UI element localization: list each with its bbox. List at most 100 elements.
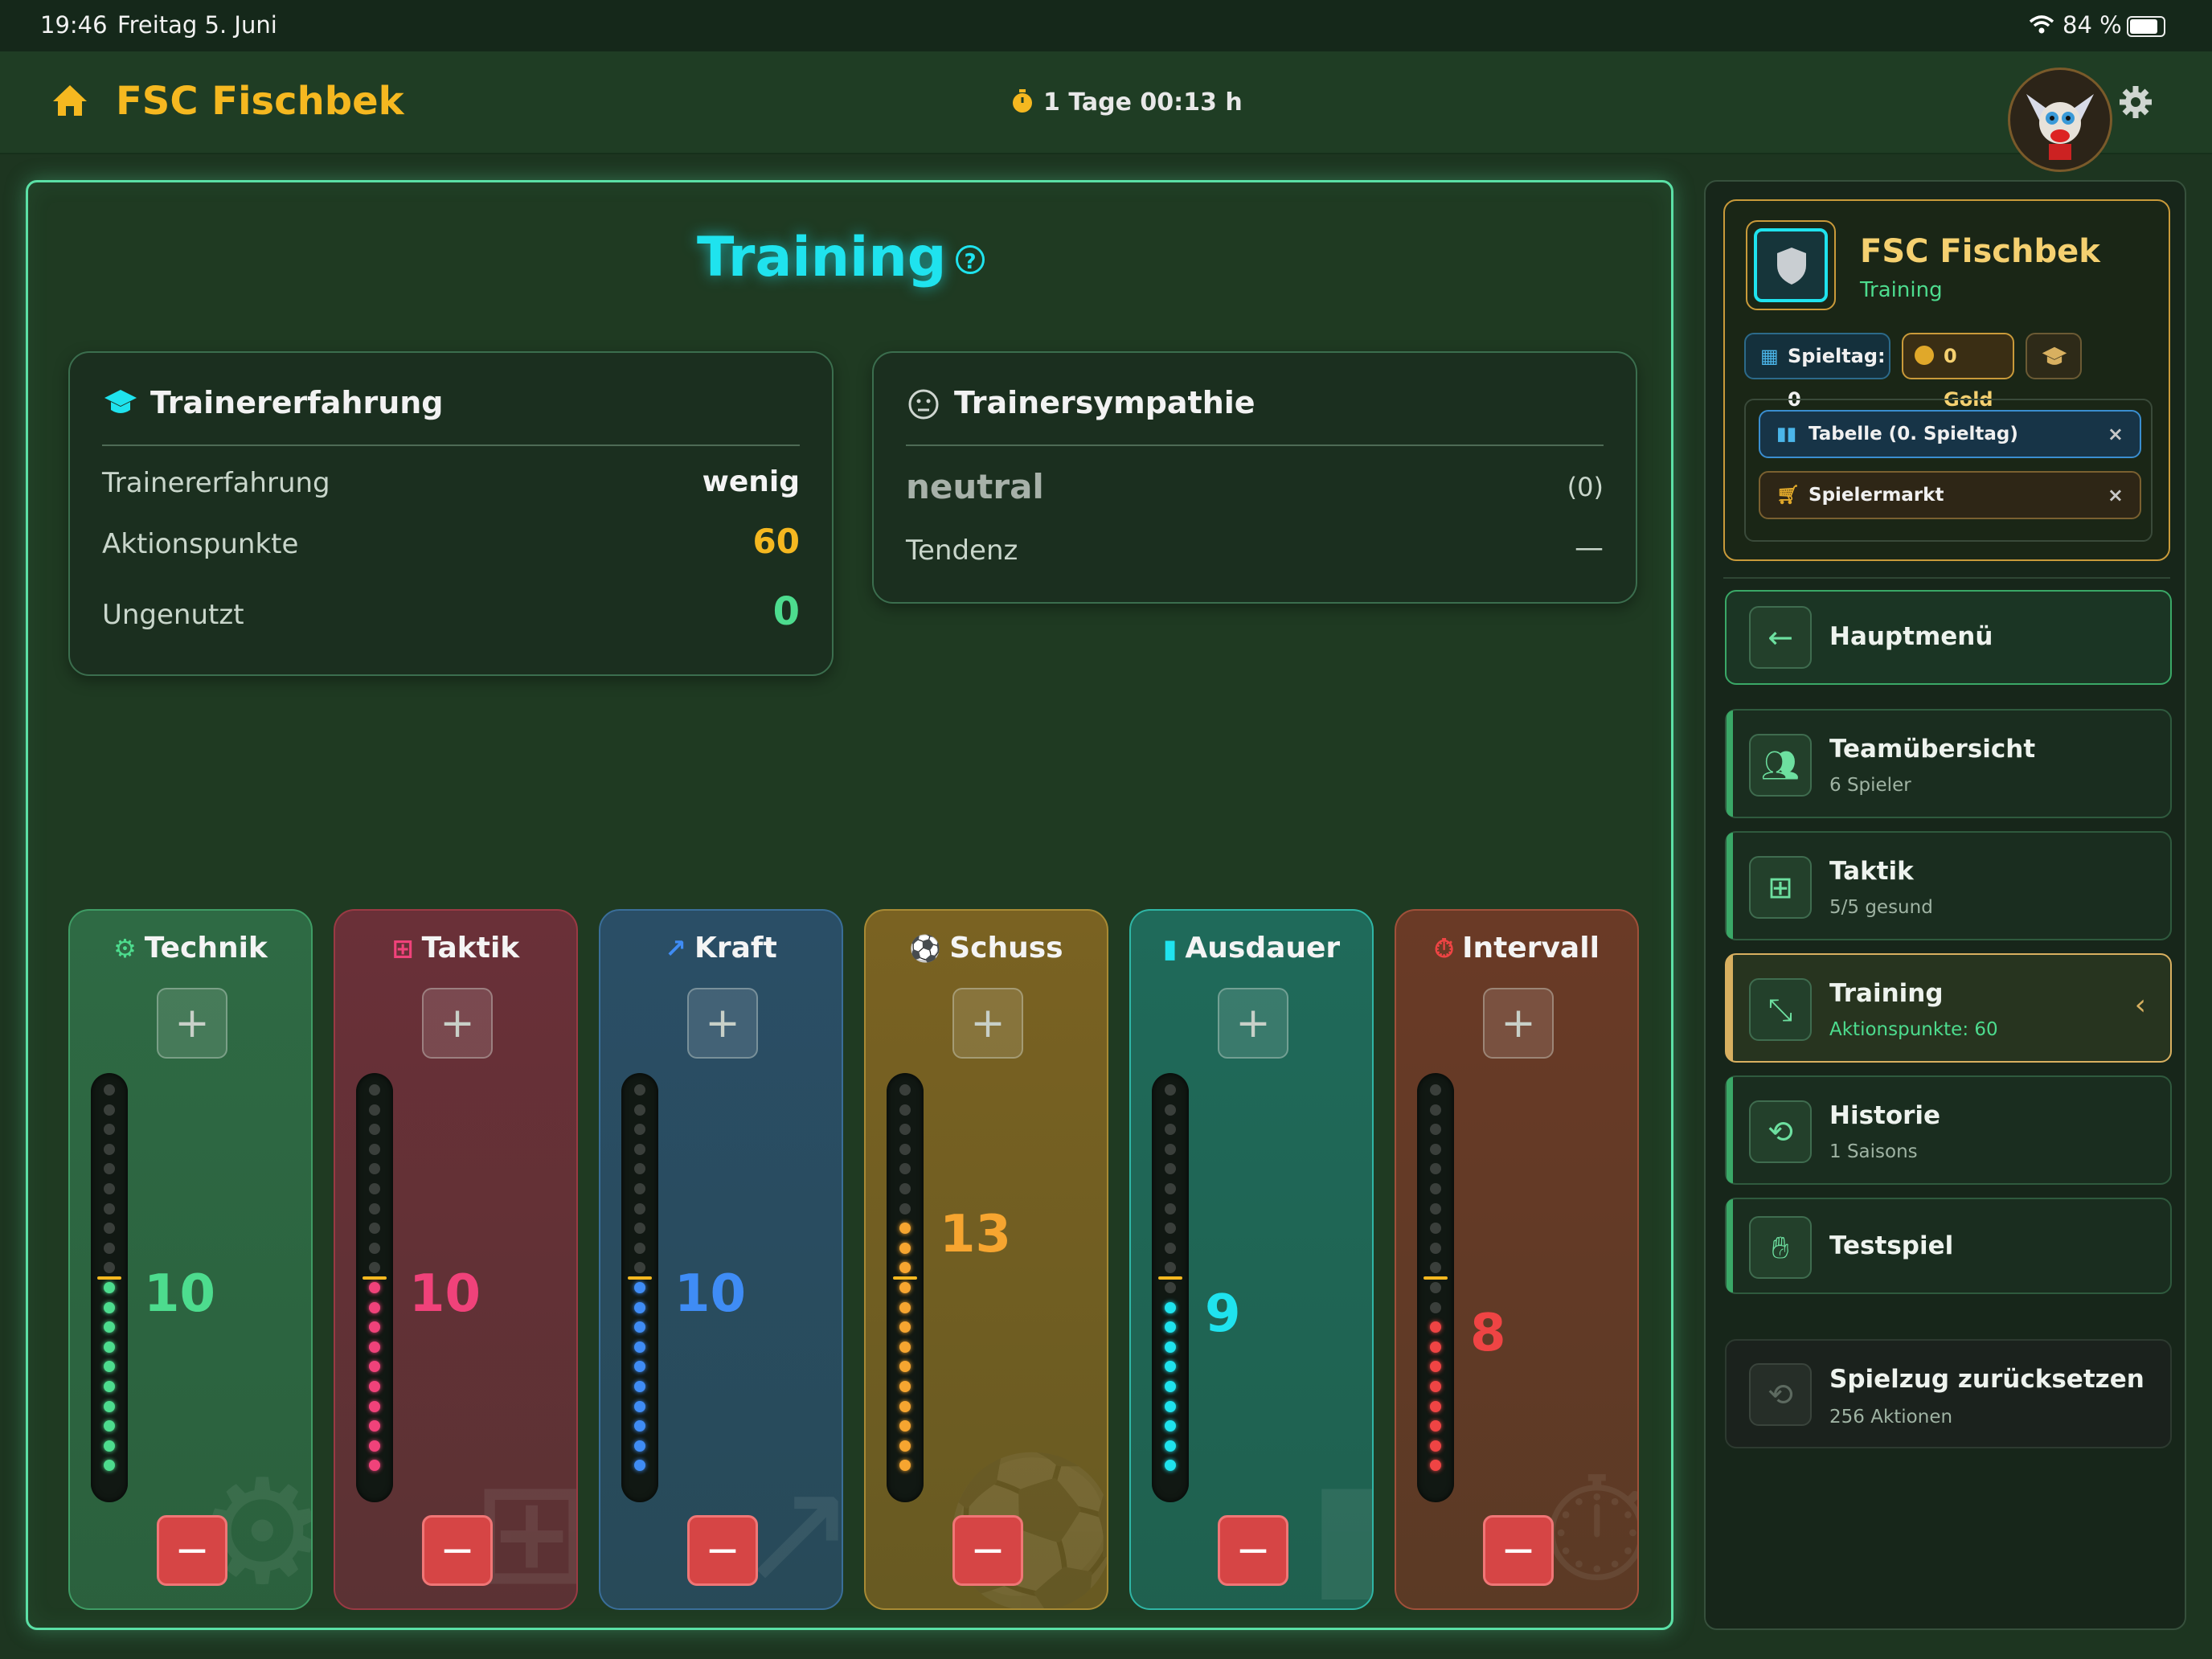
sidebar-item-testspiel[interactable]: ✋︎ Testspiel bbox=[1725, 1198, 2172, 1294]
chevron-left-icon: ‹ bbox=[2134, 989, 2146, 1022]
lightbulb-gear-icon: ⚙ bbox=[113, 933, 137, 964]
club-mascot-avatar[interactable] bbox=[2008, 68, 2112, 172]
graduation-cap-icon bbox=[2042, 346, 2067, 365]
tab-player-market[interactable]: 🛒︎ Spielermarkt × bbox=[1759, 471, 2141, 519]
increase-taktik-button[interactable]: + bbox=[422, 988, 493, 1059]
level-dot bbox=[1430, 1321, 1441, 1333]
battery-icon: ▮ bbox=[1162, 933, 1178, 964]
level-dot bbox=[899, 1381, 911, 1392]
baseline-marker bbox=[1158, 1276, 1182, 1280]
level-dot bbox=[1165, 1440, 1176, 1452]
calendar-icon: ▦ bbox=[1760, 345, 1779, 367]
training-level-value: 13 bbox=[940, 1205, 1012, 1265]
sidebar-item-title: Training bbox=[1829, 979, 1944, 1008]
level-dot bbox=[899, 1341, 911, 1353]
level-dot bbox=[104, 1124, 115, 1136]
level-dot bbox=[369, 1143, 380, 1155]
level-dot bbox=[899, 1242, 911, 1254]
accent-bar bbox=[1727, 833, 1733, 939]
trainer-experience-card: Trainererfahrung Trainererfahrung wenig … bbox=[68, 351, 834, 676]
level-dot bbox=[1430, 1124, 1441, 1136]
level-dot bbox=[634, 1104, 645, 1116]
club-title[interactable]: FSC Fischbek bbox=[116, 79, 404, 124]
experience-label: Trainererfahrung bbox=[102, 467, 330, 499]
training-column-intervall: ⏱⏱Intervall+−8 bbox=[1395, 909, 1639, 1610]
cart-icon: 🛒︎ bbox=[1776, 485, 1800, 506]
tactics-icon: ⊞ bbox=[1749, 856, 1812, 919]
level-dot bbox=[1430, 1202, 1441, 1215]
training-column-label: Taktik bbox=[421, 932, 520, 965]
training-column-label: Schuss bbox=[949, 932, 1063, 965]
gear-icon[interactable] bbox=[2119, 85, 2153, 119]
decrease-kraft-button[interactable]: − bbox=[687, 1515, 758, 1586]
decrease-intervall-button[interactable]: − bbox=[1483, 1515, 1554, 1586]
increase-ausdauer-button[interactable]: + bbox=[1218, 988, 1288, 1059]
level-dot bbox=[369, 1440, 380, 1452]
level-dot bbox=[1430, 1223, 1441, 1235]
level-dot bbox=[634, 1341, 645, 1353]
level-dot bbox=[104, 1400, 115, 1412]
reset-move-button[interactable]: ⟲ Spielzug zurücksetzen 256 Aktionen bbox=[1725, 1339, 2172, 1448]
decrease-ausdauer-button[interactable]: − bbox=[1218, 1515, 1288, 1586]
level-dot bbox=[1165, 1223, 1176, 1235]
level-dot bbox=[1165, 1341, 1176, 1353]
dumbbell-icon: ⤡ bbox=[1749, 978, 1812, 1041]
level-dot bbox=[1165, 1282, 1176, 1293]
training-column-title: ▮ Ausdauer bbox=[1131, 932, 1372, 965]
sidebar-item-historie[interactable]: ⟲ Historie 1 Saisons bbox=[1725, 1075, 2172, 1185]
training-column-technik: ⚙⚙Technik + − 10 bbox=[68, 909, 313, 1610]
help-icon[interactable]: ? bbox=[956, 245, 985, 274]
status-bar: 19:46 Freitag 5. Juni 84 % bbox=[0, 0, 2212, 51]
reset-move-subtitle: 256 Aktionen bbox=[1829, 1407, 1953, 1428]
decrease-schuss-button[interactable]: − bbox=[952, 1515, 1023, 1586]
level-dot bbox=[1165, 1400, 1176, 1412]
close-icon[interactable]: × bbox=[2108, 473, 2124, 518]
level-dot bbox=[634, 1400, 645, 1412]
status-date: Freitag 5. Juni bbox=[117, 11, 277, 39]
level-dot bbox=[634, 1124, 645, 1136]
level-dot bbox=[369, 1420, 380, 1432]
level-dot bbox=[104, 1381, 115, 1392]
sidebar-item-training[interactable]: ⤡ Training Aktionspunkte: 60 ‹ bbox=[1725, 953, 2172, 1063]
sidebar-item-teamübersicht[interactable]: 👥︎ Teamübersicht 6 Spieler bbox=[1725, 709, 2172, 818]
tab-table[interactable]: ▮▮ Tabelle (0. Spieltag) × bbox=[1759, 410, 2141, 458]
level-dot bbox=[1430, 1460, 1441, 1472]
increase-schuss-button[interactable]: + bbox=[952, 988, 1023, 1059]
stopwatch-icon bbox=[1013, 89, 1032, 113]
sympathy-value: (0) bbox=[1567, 472, 1604, 502]
home-icon[interactable] bbox=[51, 84, 88, 117]
training-panel: Training ? Trainererfahrung Trainererfah… bbox=[26, 180, 1673, 1630]
decrease-technik-button[interactable]: − bbox=[157, 1515, 227, 1586]
level-dot bbox=[634, 1183, 645, 1194]
level-dot bbox=[1165, 1124, 1176, 1136]
increase-intervall-button[interactable]: + bbox=[1483, 988, 1554, 1059]
app-header: FSC Fischbek 1 Tage 00:13 h bbox=[0, 51, 2212, 172]
matchday-chip[interactable]: ▦ Spieltag: 0 bbox=[1744, 333, 1890, 411]
level-dot bbox=[634, 1202, 645, 1215]
level-dot bbox=[899, 1104, 911, 1116]
battery-icon bbox=[2127, 16, 2165, 37]
increase-kraft-button[interactable]: + bbox=[687, 988, 758, 1059]
academy-chip[interactable] bbox=[2026, 333, 2082, 379]
main-menu-button[interactable]: ← Hauptmenü bbox=[1725, 590, 2172, 685]
level-dot bbox=[1430, 1242, 1441, 1254]
action-points-label: Aktionspunkte bbox=[102, 528, 299, 560]
sidebar-item-taktik[interactable]: ⊞ Taktik 5/5 gesund bbox=[1725, 831, 2172, 940]
level-dot bbox=[1430, 1301, 1441, 1313]
level-dot bbox=[104, 1420, 115, 1432]
increase-technik-button[interactable]: + bbox=[157, 988, 227, 1059]
training-column-label: Ausdauer bbox=[1185, 932, 1341, 965]
bar-chart-icon: ▮▮ bbox=[1776, 424, 1797, 444]
gold-chip[interactable]: 0 Gold bbox=[1902, 333, 2014, 411]
level-dot bbox=[369, 1381, 380, 1392]
level-dot bbox=[899, 1440, 911, 1452]
training-column-label: Technik bbox=[144, 932, 268, 965]
wifi-icon bbox=[2029, 15, 2054, 34]
graduation-cap-icon bbox=[104, 390, 137, 413]
level-dot bbox=[899, 1321, 911, 1333]
level-dot bbox=[104, 1460, 115, 1472]
level-dot bbox=[899, 1420, 911, 1432]
level-dot bbox=[634, 1262, 645, 1274]
close-icon[interactable]: × bbox=[2108, 412, 2124, 457]
decrease-taktik-button[interactable]: − bbox=[422, 1515, 493, 1586]
